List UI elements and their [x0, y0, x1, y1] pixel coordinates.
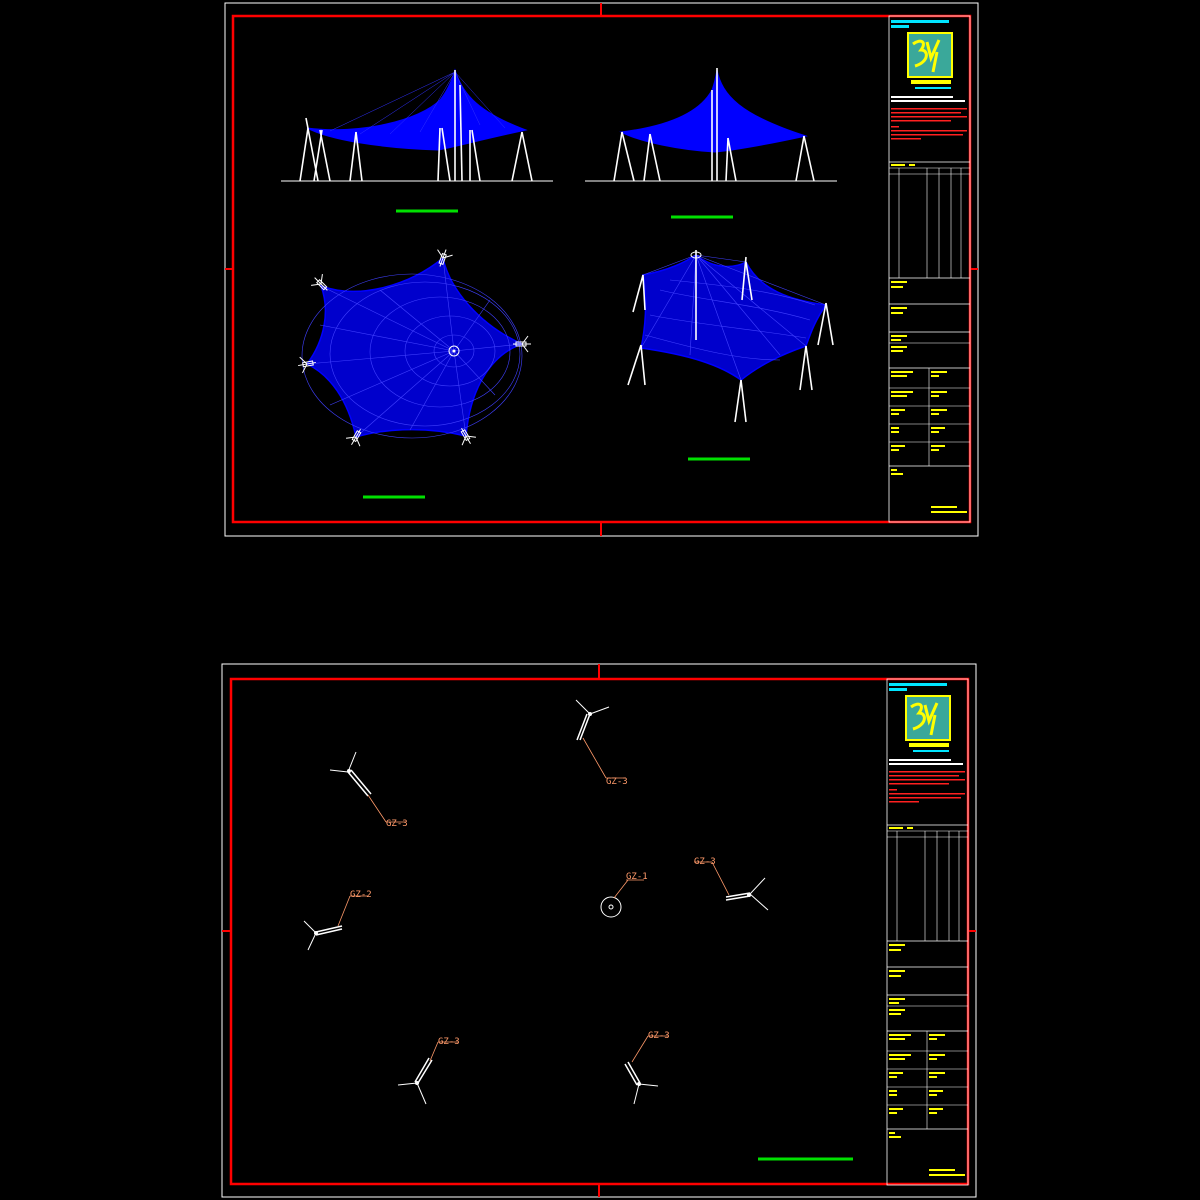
- label-gz3-right: GZ-3: [694, 857, 716, 867]
- title-block: [885, 677, 970, 1187]
- label-gz2: GZ-2: [350, 890, 372, 900]
- membrane-elevation-1: [306, 68, 528, 151]
- label-gz3-bottom-left: GZ-3: [438, 1037, 460, 1047]
- sheet-2-inner-frame: [229, 677, 970, 1186]
- column-gz3-bottom-left: GZ-3: [397, 1037, 460, 1105]
- label-gz3-upper-left: GZ-3: [386, 819, 408, 829]
- column-gz3-upper-left: GZ-3: [329, 751, 408, 829]
- column-gz1: [600, 896, 622, 918]
- elevation-view-front: [281, 68, 553, 213]
- label-gz3-bottom-right: GZ-3: [648, 1031, 670, 1041]
- column-layout-plan: GZ-1 GZ-3 GZ-3 GZ-3 GZ-2 GZ-3 GZ-3: [303, 699, 853, 1161]
- sheet-1-inner-frame: [231, 14, 972, 524]
- column-gz3-bottom-right: GZ-3: [624, 1031, 670, 1105]
- title-block: [887, 14, 972, 524]
- column-gz3-top: GZ-3: [575, 699, 628, 787]
- sheet-2: GZ-1 GZ-3 GZ-3 GZ-3 GZ-2 GZ-3 GZ-3: [221, 663, 977, 1198]
- label-gz3-top: GZ-3: [606, 777, 628, 787]
- sheet-1: [224, 2, 979, 537]
- column-gz2-left: GZ-2: [303, 890, 372, 951]
- column-gz3-right: GZ-3: [694, 857, 769, 911]
- drawing-canvas: GZ-1 GZ-3 GZ-3 GZ-3 GZ-2 GZ-3 GZ-3: [221, 2, 979, 1198]
- label-gz1: GZ-1: [626, 872, 648, 882]
- plan-view-membrane: [296, 246, 532, 499]
- sheet-1-outer-frame: [224, 2, 979, 537]
- perspective-view: [627, 250, 834, 461]
- elevation-view-side: [585, 68, 837, 219]
